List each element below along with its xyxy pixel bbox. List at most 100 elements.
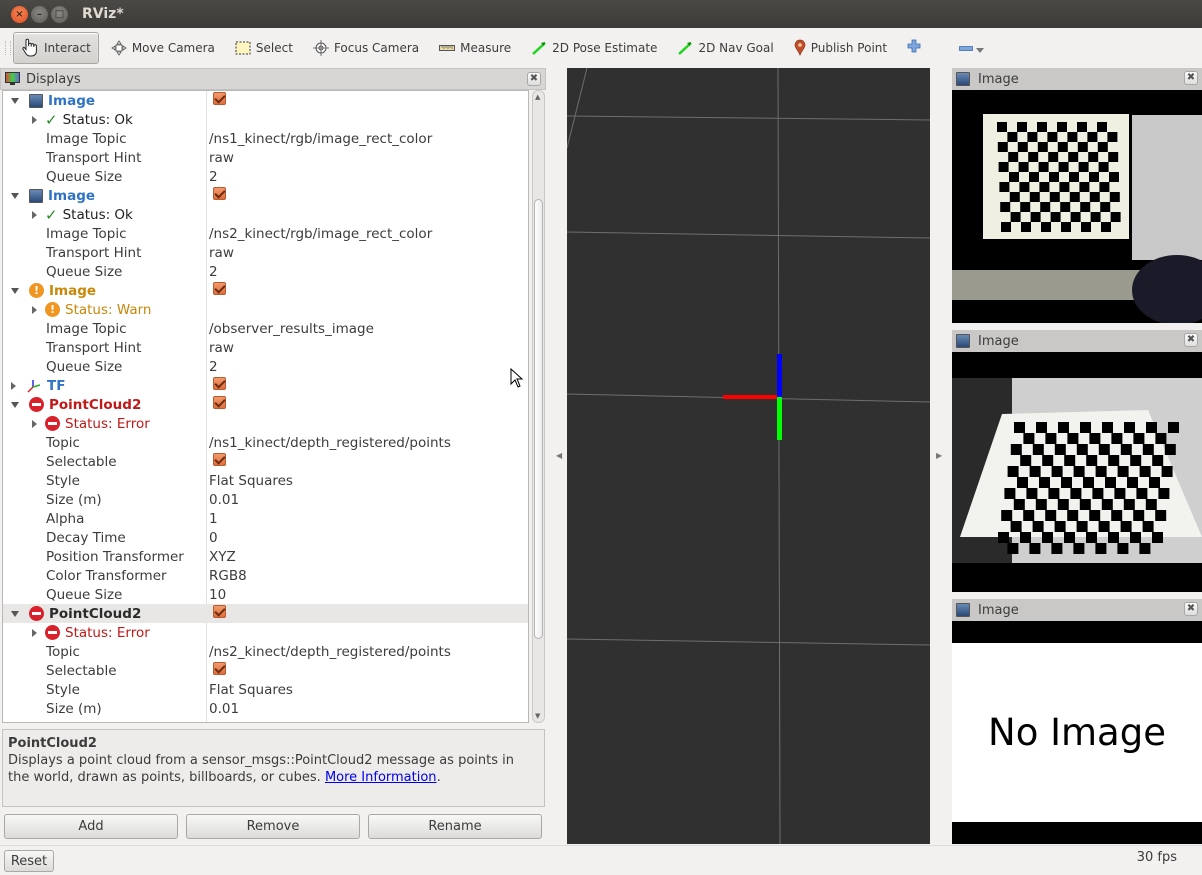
- property-row[interactable]: Position Transformer XYZ: [3, 547, 528, 566]
- property-value[interactable]: 2: [209, 264, 218, 280]
- property-row[interactable]: Transport Hint raw: [3, 243, 528, 262]
- property-row[interactable]: Style Flat Squares: [3, 680, 528, 699]
- property-value[interactable]: /ns2_kinect/depth_registered/points: [209, 644, 451, 660]
- tool-focus-camera[interactable]: Focus Camera: [305, 32, 427, 64]
- add-button[interactable]: Add: [4, 814, 178, 839]
- property-value[interactable]: Flat Squares: [209, 473, 293, 489]
- expand-arrow-icon[interactable]: [32, 115, 37, 124]
- display-item-pointcloud2[interactable]: PointCloud2: [3, 395, 528, 414]
- property-row[interactable]: Queue Size 10: [3, 585, 528, 604]
- tool-publish-point[interactable]: Publish Point: [786, 32, 895, 64]
- property-row[interactable]: Queue Size 2: [3, 357, 528, 376]
- property-row[interactable]: Topic/ns1_kinect/depth_registered/points: [3, 433, 528, 452]
- enabled-checkbox[interactable]: [213, 396, 226, 409]
- property-value[interactable]: Flat Squares: [209, 682, 293, 698]
- property-row[interactable]: Size (m) 0.01: [3, 490, 528, 509]
- displays-scrollbar[interactable]: ▲ ▼: [532, 90, 545, 723]
- property-row[interactable]: Topic/ns2_kinect/depth_registered/points: [3, 642, 528, 661]
- expand-arrow-icon[interactable]: [11, 287, 19, 294]
- expand-arrow-icon[interactable]: [11, 610, 19, 617]
- property-value[interactable]: 2: [209, 359, 218, 375]
- property-value[interactable]: raw: [209, 245, 234, 261]
- remove-button[interactable]: Remove: [186, 814, 360, 839]
- display-item-tf[interactable]: TF: [3, 376, 528, 395]
- property-row[interactable]: Queue Size 2: [3, 262, 528, 281]
- property-value[interactable]: 2: [209, 169, 218, 185]
- property-row[interactable]: Image Topic/ns2_kinect/rgb/image_rect_co…: [3, 224, 528, 243]
- property-row[interactable]: Decay Time 0: [3, 528, 528, 547]
- enabled-checkbox[interactable]: [213, 187, 226, 200]
- property-value[interactable]: 1: [209, 511, 218, 527]
- enabled-checkbox[interactable]: [213, 605, 226, 618]
- display-item-pointcloud2-selected[interactable]: PointCloud2: [3, 604, 528, 623]
- property-row[interactable]: Queue Size 2: [3, 167, 528, 186]
- scroll-up-icon[interactable]: ▲: [535, 93, 540, 101]
- tool-select[interactable]: Select: [227, 32, 301, 64]
- property-value[interactable]: 0.01: [209, 492, 239, 508]
- window-minimize-button[interactable]: –: [31, 5, 48, 23]
- status-row[interactable]: ✓ Status: Ok: [3, 205, 528, 224]
- collapse-right-arrow-icon[interactable]: ▶: [936, 451, 942, 460]
- tool-2d-pose-estimate[interactable]: 2D Pose Estimate: [523, 32, 665, 64]
- scrollbar-thumb[interactable]: [534, 199, 543, 639]
- expand-arrow-icon[interactable]: [11, 381, 16, 390]
- expand-arrow-icon[interactable]: [32, 305, 37, 314]
- property-row[interactable]: Style Flat Squares: [3, 471, 528, 490]
- property-value[interactable]: 0: [209, 530, 218, 546]
- property-value[interactable]: 10: [209, 587, 226, 603]
- enabled-checkbox[interactable]: [213, 92, 226, 105]
- 3d-render-view[interactable]: [567, 68, 930, 844]
- close-icon[interactable]: ✖: [1184, 333, 1198, 347]
- close-icon[interactable]: ✖: [527, 72, 541, 86]
- close-icon[interactable]: ✖: [1184, 71, 1198, 85]
- toolbar-grip[interactable]: [5, 40, 11, 55]
- property-value[interactable]: /observer_results_image: [209, 321, 374, 337]
- property-row[interactable]: Size (m) 0.01: [3, 699, 528, 718]
- display-item-image[interactable]: Image: [3, 186, 528, 205]
- window-close-button[interactable]: ×: [11, 5, 28, 23]
- expand-arrow-icon[interactable]: [11, 97, 19, 104]
- rename-button[interactable]: Rename: [368, 814, 542, 839]
- selectable-checkbox[interactable]: [213, 662, 226, 675]
- display-item-image[interactable]: Image: [3, 91, 528, 110]
- status-row[interactable]: ! Status: Warn: [3, 300, 528, 319]
- status-row[interactable]: Status: Error: [3, 414, 528, 433]
- status-row[interactable]: ✓ Status: Ok: [3, 110, 528, 129]
- display-item-image[interactable]: ! Image: [3, 281, 528, 300]
- window-maximize-button[interactable]: □: [51, 5, 68, 23]
- scroll-down-icon[interactable]: ▼: [535, 712, 540, 720]
- expand-arrow-icon[interactable]: [11, 401, 19, 408]
- tool-move-camera[interactable]: Move Camera: [103, 32, 223, 64]
- expand-arrow-icon[interactable]: [32, 210, 37, 219]
- status-row[interactable]: Status: Error: [3, 623, 528, 642]
- property-value[interactable]: 0.01: [209, 701, 239, 717]
- selectable-checkbox[interactable]: [213, 453, 226, 466]
- close-icon[interactable]: ✖: [1184, 602, 1198, 616]
- tool-interact[interactable]: Interact: [13, 31, 99, 64]
- tool-measure[interactable]: Measure: [431, 32, 519, 64]
- property-value[interactable]: XYZ: [209, 549, 236, 565]
- property-row[interactable]: Transport Hint raw: [3, 338, 528, 357]
- collapse-left-arrow-icon[interactable]: ◀: [556, 451, 562, 460]
- property-row[interactable]: Selectable: [3, 661, 528, 680]
- property-row[interactable]: Image Topic/observer_results_image: [3, 319, 528, 338]
- property-row[interactable]: Selectable: [3, 452, 528, 471]
- expand-arrow-icon[interactable]: [32, 419, 37, 428]
- property-row[interactable]: Transport Hint raw: [3, 148, 528, 167]
- property-row[interactable]: Image Topic/ns1_kinect/rgb/image_rect_co…: [3, 129, 528, 148]
- property-row[interactable]: Alpha 1: [3, 509, 528, 528]
- property-value[interactable]: /ns1_kinect/rgb/image_rect_color: [209, 131, 432, 147]
- expand-arrow-icon[interactable]: [32, 628, 37, 637]
- property-value[interactable]: RGB8: [209, 568, 247, 584]
- property-row[interactable]: Color Transformer RGB8: [3, 566, 528, 585]
- tool-2d-nav-goal[interactable]: 2D Nav Goal: [669, 32, 781, 64]
- reset-button[interactable]: Reset: [4, 850, 54, 872]
- property-value[interactable]: raw: [209, 150, 234, 166]
- enabled-checkbox[interactable]: [213, 282, 226, 295]
- enabled-checkbox[interactable]: [213, 377, 226, 390]
- add-tool-button[interactable]: [899, 32, 929, 64]
- expand-arrow-icon[interactable]: [11, 192, 19, 199]
- property-value[interactable]: /ns1_kinect/depth_registered/points: [209, 435, 451, 451]
- property-value[interactable]: /ns2_kinect/rgb/image_rect_color: [209, 226, 432, 242]
- property-value[interactable]: raw: [209, 340, 234, 356]
